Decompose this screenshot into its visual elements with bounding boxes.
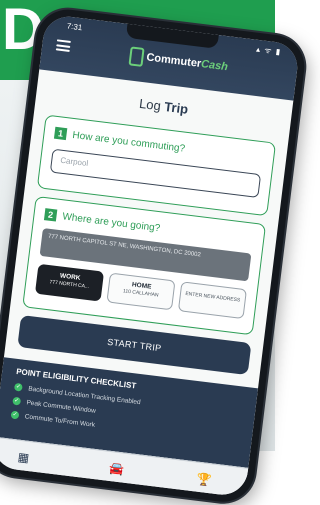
check-icon: ✓ [10, 410, 20, 420]
checklist-item-label: Commute To/From Work [24, 412, 96, 429]
step2-number: 2 [43, 208, 58, 222]
tab-car[interactable]: 🚘 [108, 459, 125, 479]
commute-mode-input[interactable]: Carpool [49, 148, 262, 199]
check-icon: ✓ [13, 382, 23, 392]
tab-trophy[interactable]: 🏆 [195, 470, 213, 490]
work-option-button[interactable]: WORK 777 NORTH CA... [34, 263, 105, 302]
hamburger-menu-icon[interactable] [55, 39, 71, 52]
commute-mode-placeholder: Carpool [59, 155, 89, 169]
new-address-button[interactable]: ENTER NEW ADDRESS [177, 281, 248, 320]
car-icon: 🚘 [108, 460, 125, 477]
status-icons: ▴ ᯤ ▮ [255, 44, 282, 57]
step1-number: 1 [53, 126, 68, 141]
phone-screen: 7:31 ▴ ᯤ ▮ Commuter Cash Log Trip 1 How a… [0, 13, 301, 498]
step2-question: Where are you going? [61, 210, 161, 234]
home-option-button[interactable]: HOME 110 CALLAHAN [106, 272, 176, 311]
page-title-trip: Trip [163, 98, 190, 117]
status-time: 7:31 [66, 21, 83, 33]
page-title-log: Log [138, 95, 166, 114]
phone-logo-icon [128, 45, 145, 67]
trophy-icon: 🏆 [195, 471, 213, 488]
logo-text-cash: Cash [200, 58, 229, 74]
app-logo: Commuter Cash [128, 45, 229, 76]
step1-question: How are you commuting? [71, 129, 186, 155]
destination-address-text: 777 NORTH CAPITOL ST NE, WASHINGTON, DC … [47, 233, 201, 259]
calendar-icon: ▦ [17, 449, 31, 465]
new-address-label: ENTER NEW ADDRESS [184, 290, 241, 304]
phone-notch [125, 23, 219, 49]
check-icon: ✓ [12, 396, 22, 406]
logo-text-commuter: Commuter [145, 51, 202, 71]
checklist-item-label: Peak Commute Window [26, 398, 97, 415]
destination-card: 2 Where are you going? 777 NORTH CAPITOL… [22, 195, 267, 336]
